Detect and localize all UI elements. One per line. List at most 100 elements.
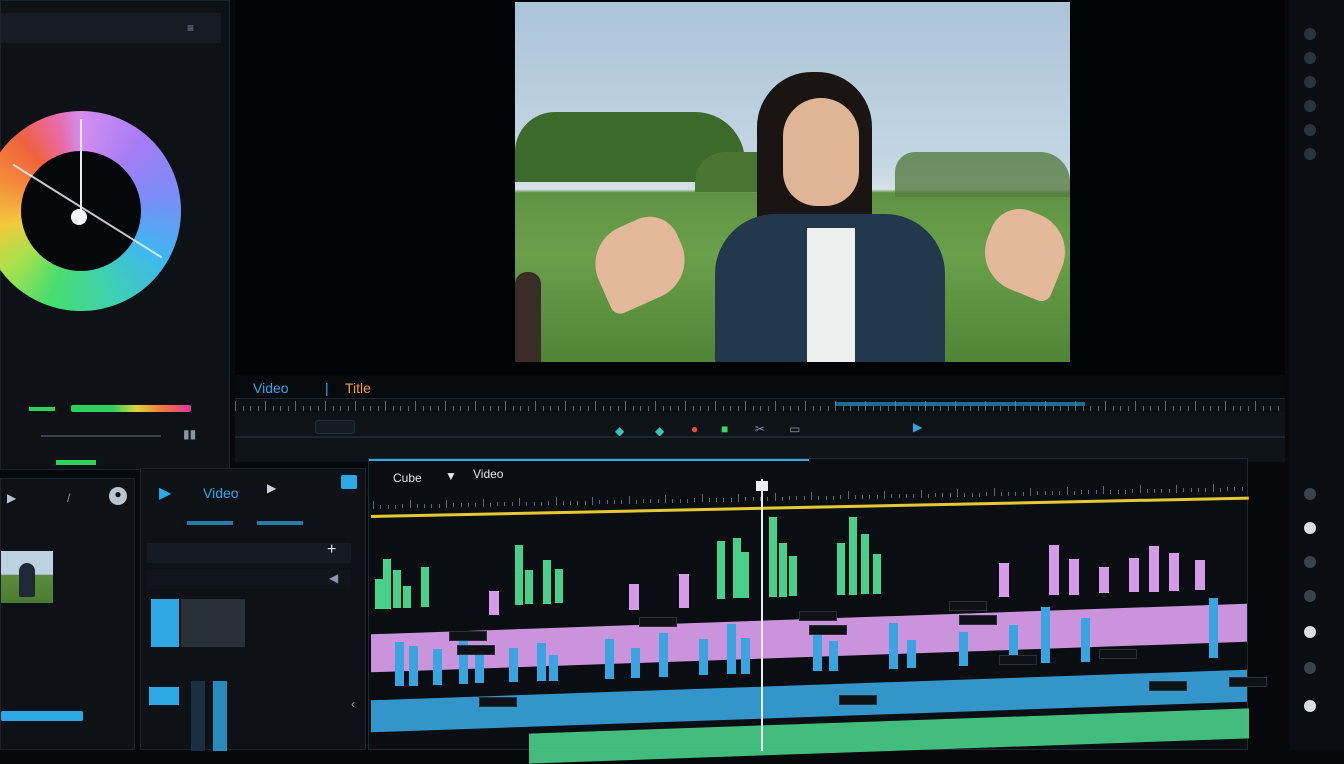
- gear-icon[interactable]: ●: [109, 487, 127, 505]
- marker-icon[interactable]: ▭: [789, 422, 800, 436]
- waveform-bar[interactable]: [409, 645, 418, 686]
- viewer-ruler[interactable]: [235, 398, 1285, 413]
- control-knob[interactable]: [1304, 76, 1316, 88]
- waveform-bar[interactable]: [741, 551, 749, 598]
- viewer-button[interactable]: [315, 420, 355, 434]
- project-tab-label[interactable]: Video: [203, 485, 239, 501]
- playhead[interactable]: [761, 479, 763, 751]
- magnet-icon[interactable]: ■: [721, 422, 728, 436]
- waveform-bar[interactable]: [999, 562, 1009, 597]
- waveform-bar[interactable]: [509, 648, 518, 683]
- waveform-bar[interactable]: [727, 624, 736, 675]
- play-icon[interactable]: ▶: [159, 483, 171, 503]
- waveform-bar[interactable]: [699, 639, 708, 676]
- control-knob[interactable]: [1304, 626, 1316, 638]
- waveform-bar[interactable]: [433, 648, 442, 685]
- waveform-bar[interactable]: [489, 590, 499, 615]
- wheel-handle[interactable]: [71, 209, 87, 225]
- waveform-bar[interactable]: [475, 653, 484, 684]
- waveform-bar[interactable]: [383, 558, 391, 609]
- waveform-bar[interactable]: [779, 542, 787, 597]
- control-knob[interactable]: [1304, 28, 1316, 40]
- waveform-bar[interactable]: [403, 585, 411, 608]
- waveform-bar[interactable]: [861, 534, 869, 595]
- label-video[interactable]: Video: [253, 380, 289, 396]
- waveform-bar[interactable]: [1069, 558, 1079, 595]
- timeline-tab-cube[interactable]: Cube: [393, 471, 422, 485]
- play-icon[interactable]: ▶: [267, 481, 276, 495]
- waveform-bar[interactable]: [1099, 567, 1109, 594]
- waveform-bar[interactable]: [1129, 558, 1139, 593]
- waveform-bar[interactable]: [907, 640, 916, 669]
- in-out-bar[interactable]: [371, 496, 1249, 518]
- waveform-bar[interactable]: [889, 622, 898, 669]
- waveform-bar[interactable]: [393, 570, 401, 609]
- media-thumb[interactable]: [1, 551, 53, 603]
- control-knob[interactable]: [1304, 556, 1316, 568]
- control-blue[interactable]: [149, 687, 179, 705]
- play-icon[interactable]: ▶: [913, 420, 922, 434]
- waveform-bar[interactable]: [1195, 560, 1205, 591]
- waveform-bar[interactable]: [873, 553, 881, 594]
- waveform-bar[interactable]: [789, 556, 797, 597]
- slider-track[interactable]: [41, 435, 161, 437]
- slider-icon[interactable]: ▮▮: [183, 427, 196, 441]
- waveform-bar[interactable]: [629, 583, 639, 610]
- playhead-handle[interactable]: [756, 481, 768, 491]
- waveform-bar[interactable]: [849, 516, 857, 595]
- folder-icon[interactable]: [341, 475, 357, 489]
- waveform-bar[interactable]: [459, 635, 468, 684]
- waveform-bar[interactable]: [1049, 545, 1059, 596]
- play-icon[interactable]: ▶: [7, 491, 16, 505]
- waveform-bar[interactable]: [421, 567, 429, 608]
- waveform-bar[interactable]: [1041, 607, 1050, 664]
- waveform-bar[interactable]: [525, 570, 533, 605]
- scissors-icon[interactable]: ✂: [755, 422, 765, 436]
- waveform-bar[interactable]: [741, 637, 750, 674]
- waveform-bar[interactable]: [1081, 618, 1090, 663]
- record-icon[interactable]: ●: [691, 422, 698, 436]
- waveform-bar[interactable]: [679, 574, 689, 609]
- waveform-bar[interactable]: [395, 642, 404, 687]
- control-knob[interactable]: [1304, 100, 1316, 112]
- bin-row[interactable]: [147, 543, 351, 563]
- plus-icon[interactable]: +: [327, 541, 336, 559]
- waveform-bar[interactable]: [1169, 553, 1179, 591]
- label-title[interactable]: Title: [345, 380, 371, 396]
- chevron-left-icon[interactable]: ‹: [351, 697, 355, 711]
- bin-row[interactable]: [147, 569, 351, 589]
- waveform-bar[interactable]: [375, 578, 383, 609]
- waveform-bar[interactable]: [515, 544, 523, 605]
- control-knob[interactable]: [1304, 148, 1316, 160]
- menu-icon[interactable]: ≡: [187, 21, 194, 35]
- selected-clip[interactable]: [151, 599, 179, 647]
- timeline-tab-video[interactable]: Video: [473, 467, 503, 481]
- control-knob[interactable]: [1304, 124, 1316, 136]
- control-knob[interactable]: [1304, 662, 1316, 674]
- audio-icon[interactable]: ◀: [329, 571, 338, 585]
- waveform-bar[interactable]: [1209, 597, 1218, 658]
- scrub-bar[interactable]: [835, 402, 1085, 406]
- waveform-bar[interactable]: [1149, 545, 1159, 592]
- waveform-bar[interactable]: [631, 647, 640, 678]
- waveform-bar[interactable]: [769, 517, 777, 597]
- link-icon[interactable]: /: [67, 491, 70, 505]
- waveform-bar[interactable]: [959, 632, 968, 667]
- waveform-bar[interactable]: [837, 542, 845, 595]
- waveform-bar[interactable]: [829, 640, 838, 671]
- control-knob[interactable]: [1304, 590, 1316, 602]
- waveform-bar[interactable]: [717, 540, 725, 599]
- control-knob[interactable]: [1304, 52, 1316, 64]
- waveform-bar[interactable]: [733, 538, 741, 599]
- waveform-bar[interactable]: [537, 643, 546, 682]
- filter-icon[interactable]: ▼: [445, 469, 457, 483]
- waveform-bar[interactable]: [813, 631, 822, 672]
- control-knob[interactable]: [1304, 522, 1316, 534]
- control-knob[interactable]: [1304, 700, 1316, 712]
- waveform-bar[interactable]: [549, 654, 558, 681]
- waveform-bar[interactable]: [659, 632, 668, 677]
- control-knob[interactable]: [1304, 488, 1316, 500]
- waveform-bar[interactable]: [605, 638, 614, 679]
- waveform-bar[interactable]: [543, 559, 551, 604]
- video-frame[interactable]: [515, 2, 1070, 362]
